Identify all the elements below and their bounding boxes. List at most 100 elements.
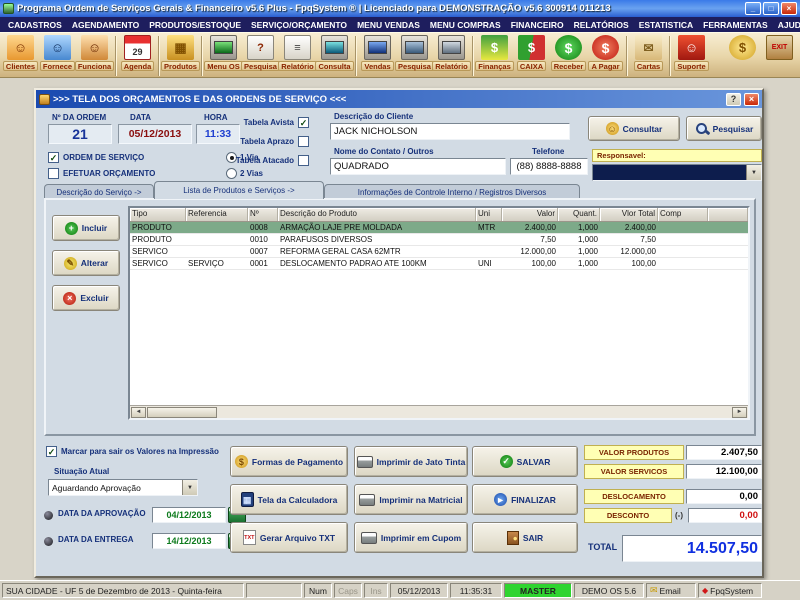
- menu-item-servico-orcamento[interactable]: SERVIÇO/ORÇAMENTO: [246, 20, 352, 30]
- products-icon: ▦: [167, 35, 194, 60]
- exit-door-icon: EXIT: [766, 35, 793, 60]
- toolbar: ☺Clientes ☺Fornece ☺Funciona 29Agenda ▦P…: [0, 32, 800, 78]
- toolbar-agenda-button[interactable]: 29Agenda: [119, 34, 156, 71]
- incluir-button[interactable]: +Incluir: [52, 215, 120, 241]
- monitor-icon: [210, 35, 237, 60]
- toolbar-receber-button[interactable]: $Receber: [550, 34, 587, 71]
- toolbar-pesquisa-vendas-button[interactable]: Pesquisa: [396, 34, 433, 71]
- imprimir-valores-checkbox[interactable]: ✓: [46, 446, 57, 457]
- products-table[interactable]: Tipo Referencia Nº Descrição do Produto …: [128, 206, 750, 420]
- imprimir-cupom-button[interactable]: Imprimir em Cupom: [354, 522, 468, 553]
- valor-servicos-label: VALOR SERVICOS: [584, 464, 684, 479]
- tab-controle-interno[interactable]: Informações de Controle Interno / Regist…: [324, 184, 580, 199]
- valor-servicos-value: 12.100,00: [686, 464, 762, 479]
- contact-input[interactable]: [330, 158, 506, 175]
- toolbar-relatorio-vendas-button[interactable]: Relatório: [433, 34, 470, 71]
- toolbar-fornecedores-button[interactable]: ☺Fornece: [39, 34, 76, 71]
- chevron-down-icon[interactable]: ▼: [182, 480, 197, 495]
- window-title-bar[interactable]: >>> TELA DOS ORÇAMENTOS E DAS ORDENS DE …: [36, 90, 762, 108]
- toolbar-suporte-button[interactable]: ☺Suporte: [673, 34, 710, 71]
- scroll-left-icon[interactable]: ◄: [131, 407, 146, 418]
- menu-item-relatorios[interactable]: RELATÓRIOS: [569, 20, 634, 30]
- tab-lista-produtos[interactable]: Lista de Produtos e Serviços ->: [154, 181, 324, 199]
- menu-item-cadastros[interactable]: CADASTROS: [3, 20, 67, 30]
- minimize-button[interactable]: _: [745, 2, 761, 15]
- imprimir-jato-button[interactable]: Imprimir de Jato Tinta: [354, 446, 468, 477]
- phone-input[interactable]: [510, 158, 588, 175]
- alterar-button[interactable]: ✎Alterar: [52, 250, 120, 276]
- via-2-radio[interactable]: [226, 168, 237, 179]
- table-row[interactable]: PRODUTO0010PARAFUSOS DIVERSOS7,501,0007,…: [130, 234, 748, 246]
- horizontal-scrollbar[interactable]: ◄ ►: [130, 405, 748, 418]
- table-row[interactable]: PRODUTO0008ARMAÇÃO LAJE PRE MOLDADAMTR2.…: [130, 222, 748, 234]
- window-close-button[interactable]: ×: [744, 93, 759, 106]
- status-brand[interactable]: ◆FpqSystem: [698, 583, 762, 598]
- ordem-de-servico-checkbox[interactable]: ✓: [48, 152, 59, 163]
- service-order-window: >>> TELA DOS ORÇAMENTOS E DAS ORDENS DE …: [34, 88, 764, 578]
- menu-item-ferramentas[interactable]: FERRAMENTAS: [698, 20, 773, 30]
- client-input[interactable]: [330, 123, 570, 140]
- help-button[interactable]: ?: [726, 93, 741, 106]
- table-row[interactable]: SERVICOSERVIÇO0001DESLOCAMENTO PADRAO AT…: [130, 258, 748, 270]
- tabela-aprazo-checkbox[interactable]: [298, 136, 309, 147]
- calculadora-button[interactable]: ▦Tela da Calculadora: [230, 484, 348, 515]
- col-valor: Valor: [502, 208, 558, 221]
- toolbar-pesquisa-os-button[interactable]: ?Pesquisa: [242, 34, 279, 71]
- situacao-dropdown[interactable]: Aguardando Aprovação▼: [48, 479, 198, 496]
- consultar-button[interactable]: ☺Consultar: [588, 116, 680, 141]
- menu-item-produtos-estoque[interactable]: PRODUTOS/ESTOQUE: [144, 20, 246, 30]
- salvar-button[interactable]: ✓SALVAR: [472, 446, 578, 477]
- cell-valor: 2.400,00: [502, 222, 558, 233]
- menu-item-menu-compras[interactable]: MENU COMPRAS: [425, 20, 506, 30]
- tabela-atacado-checkbox[interactable]: [298, 155, 309, 166]
- excluir-button[interactable]: ×Excluir: [52, 285, 120, 311]
- toolbar-caixa-button[interactable]: $CAIXA: [513, 34, 550, 71]
- responsavel-dropdown[interactable]: ▼: [592, 164, 762, 181]
- toolbar-produtos-button[interactable]: ▦Produtos: [162, 34, 199, 71]
- efetuar-orcamento-checkbox[interactable]: [48, 168, 59, 179]
- imprimir-matricial-button[interactable]: Imprimir na Matricial: [354, 484, 468, 515]
- alterar-label: Alterar: [81, 258, 108, 268]
- toolbar-exit-button[interactable]: EXIT: [761, 34, 798, 60]
- menu-item-ajuda[interactable]: AJUDA: [773, 20, 800, 30]
- formas-pagamento-button[interactable]: $Formas de Pagamento: [230, 446, 348, 477]
- suppliers-icon: ☺: [44, 35, 71, 60]
- gerar-txt-button[interactable]: TXTGerar Arquivo TXT: [230, 522, 348, 553]
- status-email[interactable]: ✉Email: [646, 583, 696, 598]
- cell-valor: 7,50: [502, 234, 558, 245]
- menu-item-financeiro[interactable]: FINANCEIRO: [506, 20, 569, 30]
- chevron-down-icon[interactable]: ▼: [746, 165, 761, 180]
- sair-button[interactable]: SAIR: [472, 522, 578, 553]
- toolbar-cartas-button[interactable]: ✉Cartas: [630, 34, 667, 71]
- toolbar-a-pagar-button[interactable]: $A Pagar: [587, 34, 624, 71]
- toolbar-consulta-button[interactable]: Consulta: [316, 34, 353, 71]
- toolbar-menu-os-button[interactable]: Menu OS: [205, 34, 242, 71]
- monitor-icon: [364, 35, 391, 60]
- table-row[interactable]: SERVICO0007REFORMA GERAL CASA 62MTR12.00…: [130, 246, 748, 258]
- menu-item-menu-vendas[interactable]: MENU VENDAS: [352, 20, 425, 30]
- menu-item-agendamento[interactable]: AGENDAMENTO: [67, 20, 144, 30]
- toolbar-clientes-button[interactable]: ☺Clientes: [2, 34, 39, 71]
- toolbar-label: Fornece: [40, 61, 75, 71]
- data-entrega-value[interactable]: 14/12/2013: [152, 533, 226, 549]
- close-button[interactable]: ×: [781, 2, 797, 15]
- toolbar-funcionarios-button[interactable]: ☺Funciona: [76, 34, 113, 71]
- toolbar-label: Cartas: [634, 61, 663, 71]
- pesquisar-button[interactable]: Pesquisar: [686, 116, 762, 141]
- maximize-button[interactable]: □: [763, 2, 779, 15]
- toolbar-label: Relatório: [278, 61, 317, 71]
- tab-descricao-servico[interactable]: Descrição do Serviço ->: [44, 184, 154, 199]
- toolbar-coins-button[interactable]: $: [724, 34, 761, 60]
- data-aprovacao-value[interactable]: 04/12/2013: [152, 507, 226, 523]
- finalizar-button[interactable]: ►FINALIZAR: [472, 484, 578, 515]
- scroll-thumb[interactable]: [147, 407, 217, 418]
- toolbar-relatorio-os-button[interactable]: ≡Relatório: [279, 34, 316, 71]
- tabela-avista-checkbox[interactable]: ✓: [298, 117, 309, 128]
- toolbar-vendas-button[interactable]: Vendas: [359, 34, 396, 71]
- menu-item-estatistica[interactable]: ESTATISTICA: [634, 20, 698, 30]
- toolbar-separator: [472, 36, 474, 76]
- cell-filler: [658, 246, 748, 257]
- toolbar-financas-button[interactable]: $Finanças: [476, 34, 513, 71]
- exit-door-icon: [507, 531, 519, 545]
- scroll-right-icon[interactable]: ►: [732, 407, 747, 418]
